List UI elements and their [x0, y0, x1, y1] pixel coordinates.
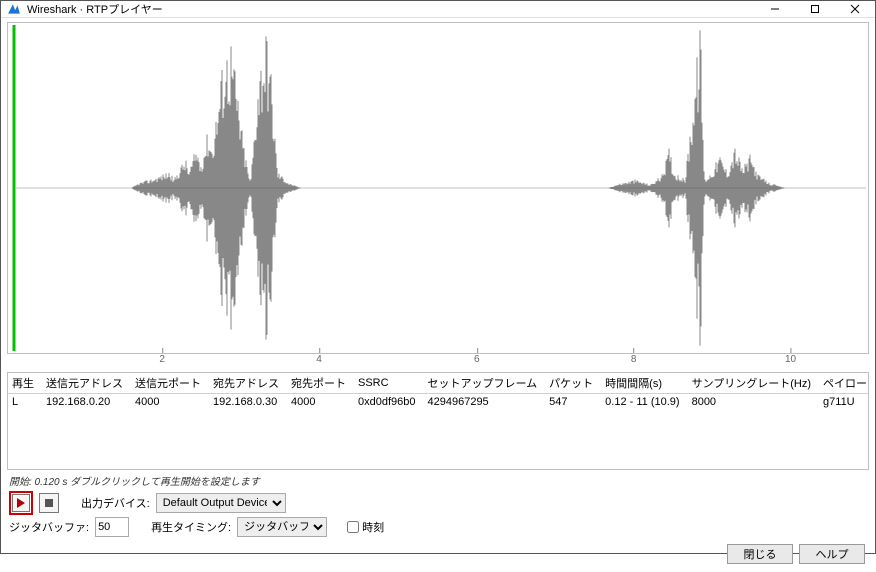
jitter-input[interactable]: [95, 517, 129, 537]
timing-label: 再生タイミング:: [151, 519, 231, 535]
axis-tick: 4: [316, 354, 322, 365]
window-controls: [755, 1, 875, 17]
cell-play: L: [8, 394, 42, 411]
axis-tick: 8: [631, 354, 637, 365]
axis-tick: 10: [785, 354, 796, 365]
cell-dst_addr: 192.168.0.30: [209, 394, 287, 411]
cell-src_port: 4000: [131, 394, 209, 411]
cell-src_addr: 192.168.0.20: [42, 394, 131, 411]
minimize-button[interactable]: [755, 1, 795, 17]
clock-label: 時刻: [362, 519, 384, 535]
clock-checkbox-wrap[interactable]: 時刻: [347, 519, 384, 535]
play-button[interactable]: [12, 494, 30, 512]
column-header[interactable]: 宛先アドレス: [209, 373, 287, 394]
column-header[interactable]: セットアップフレーム: [424, 373, 546, 394]
close-button[interactable]: [835, 1, 875, 17]
clock-checkbox[interactable]: [347, 521, 359, 533]
jitter-label: ジッタバッファ:: [9, 519, 89, 535]
cell-setup: 4294967295: [424, 394, 546, 411]
cell-span: 0.12 - 11 (10.9): [601, 394, 687, 411]
column-header[interactable]: 宛先ポート: [287, 373, 354, 394]
column-header[interactable]: 再生: [8, 373, 42, 394]
table-row[interactable]: L192.168.0.204000192.168.0.3040000xd0df9…: [8, 394, 869, 411]
close-dialog-button[interactable]: 閉じる: [727, 544, 793, 564]
axis-tick: 2: [159, 354, 165, 365]
column-header[interactable]: パケット: [545, 373, 601, 394]
timing-select[interactable]: ジッタバッファ: [237, 517, 327, 537]
play-button-highlight: [9, 491, 33, 515]
window-title: Wireshark · RTPプレイヤー: [27, 1, 163, 17]
axis-tick: 6: [474, 354, 480, 365]
waveform-panel[interactable]: [7, 22, 869, 354]
playback-controls-row: 出力デバイス: Default Output Device: [7, 490, 869, 516]
column-header[interactable]: 送信元アドレス: [42, 373, 131, 394]
column-header[interactable]: ペイロード: [819, 373, 869, 394]
timing-controls-row: ジッタバッファ: 再生タイミング: ジッタバッファ 時刻: [7, 516, 869, 538]
cell-rate: 8000: [688, 394, 819, 411]
output-device-label: 出力デバイス:: [81, 495, 150, 511]
content-area: 2 4 6 8 10 再生送信元アドレス送信元ポート宛先アドレス宛先ポートSSRCセット…: [1, 18, 875, 572]
table-header-row: 再生送信元アドレス送信元ポート宛先アドレス宛先ポートSSRCセットアップフレーム…: [8, 373, 869, 394]
column-header[interactable]: 時間間隔(s): [601, 373, 687, 394]
stop-button[interactable]: [39, 493, 59, 513]
table-body: L192.168.0.204000192.168.0.3040000xd0df9…: [8, 394, 869, 411]
dialog-footer: 閉じる ヘルプ: [7, 538, 869, 566]
waveform-canvas: [8, 23, 868, 353]
column-header[interactable]: サンプリングレート(Hz): [688, 373, 819, 394]
column-header[interactable]: SSRC: [354, 373, 424, 394]
cell-ssrc: 0xd0df96b0: [354, 394, 424, 411]
stream-table[interactable]: 再生送信元アドレス送信元ポート宛先アドレス宛先ポートSSRCセットアップフレーム…: [8, 373, 869, 410]
output-device-select[interactable]: Default Output Device: [156, 493, 286, 513]
maximize-button[interactable]: [795, 1, 835, 17]
cell-packets: 547: [545, 394, 601, 411]
cell-dst_port: 4000: [287, 394, 354, 411]
playback-hint: 開始: 0.120 s ダブルクリックして再生開始を設定します: [7, 470, 869, 490]
time-axis: 2 4 6 8 10: [7, 354, 869, 372]
stream-table-frame: 再生送信元アドレス送信元ポート宛先アドレス宛先ポートSSRCセットアップフレーム…: [7, 372, 869, 470]
cell-payload: g711U: [819, 394, 869, 411]
titlebar: Wireshark · RTPプレイヤー: [1, 1, 875, 18]
help-button[interactable]: ヘルプ: [799, 544, 865, 564]
wireshark-icon: [7, 2, 21, 16]
column-header[interactable]: 送信元ポート: [131, 373, 209, 394]
